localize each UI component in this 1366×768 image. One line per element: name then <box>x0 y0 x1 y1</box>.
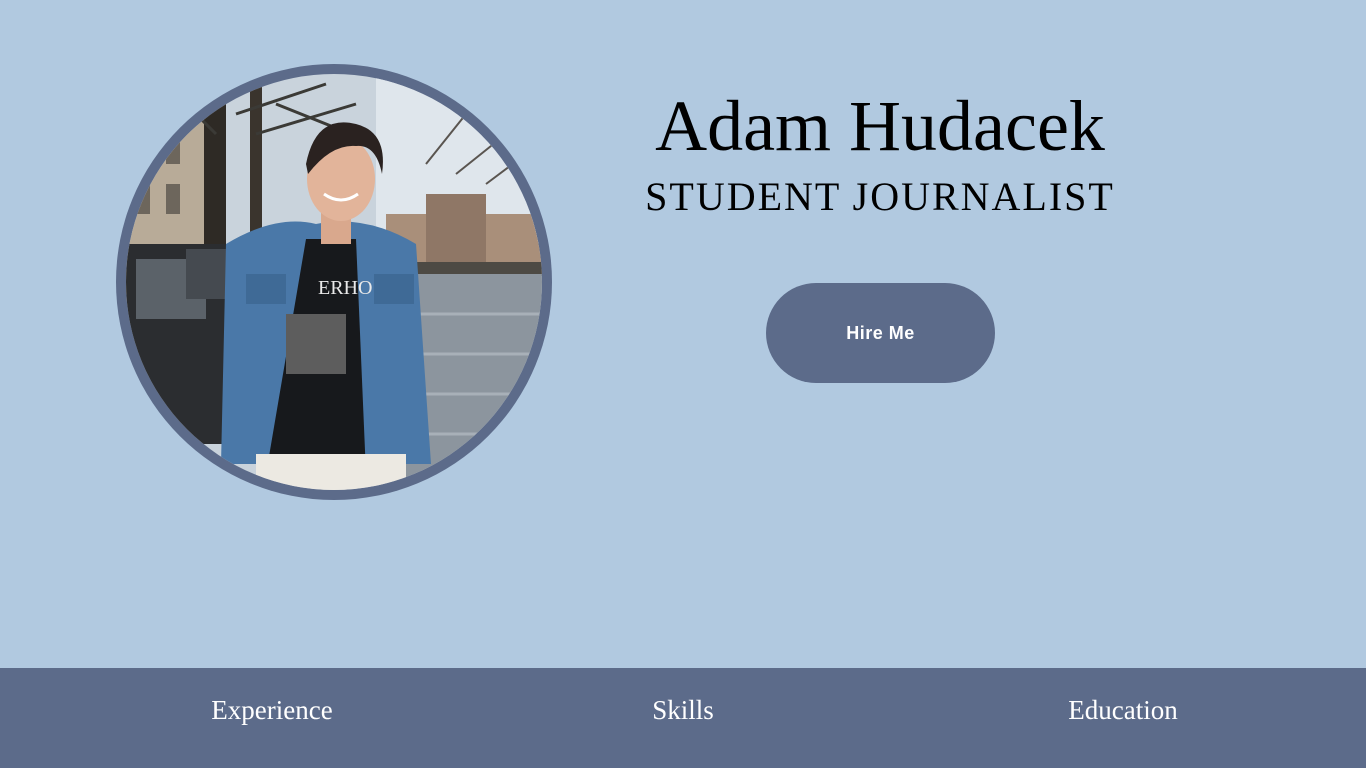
profile-photo-frame: ERHO <box>116 64 552 500</box>
profile-role: STUDENT JOURNALIST <box>645 174 1115 219</box>
profile-photo: ERHO <box>126 74 542 490</box>
nav-item-experience[interactable]: Experience <box>172 690 372 730</box>
profile-name: Adam Hudacek <box>655 86 1105 166</box>
svg-text:ERHO: ERHO <box>318 277 372 299</box>
profile-photo-image: ERHO <box>126 74 542 490</box>
nav-item-education[interactable]: Education <box>1033 690 1213 730</box>
hero-section: ERHO Adam Hudacek STUDENT JOURNALIST Hir… <box>0 0 1366 668</box>
nav-item-skills[interactable]: Skills <box>603 690 763 730</box>
hire-me-button[interactable]: Hire Me <box>766 283 995 383</box>
